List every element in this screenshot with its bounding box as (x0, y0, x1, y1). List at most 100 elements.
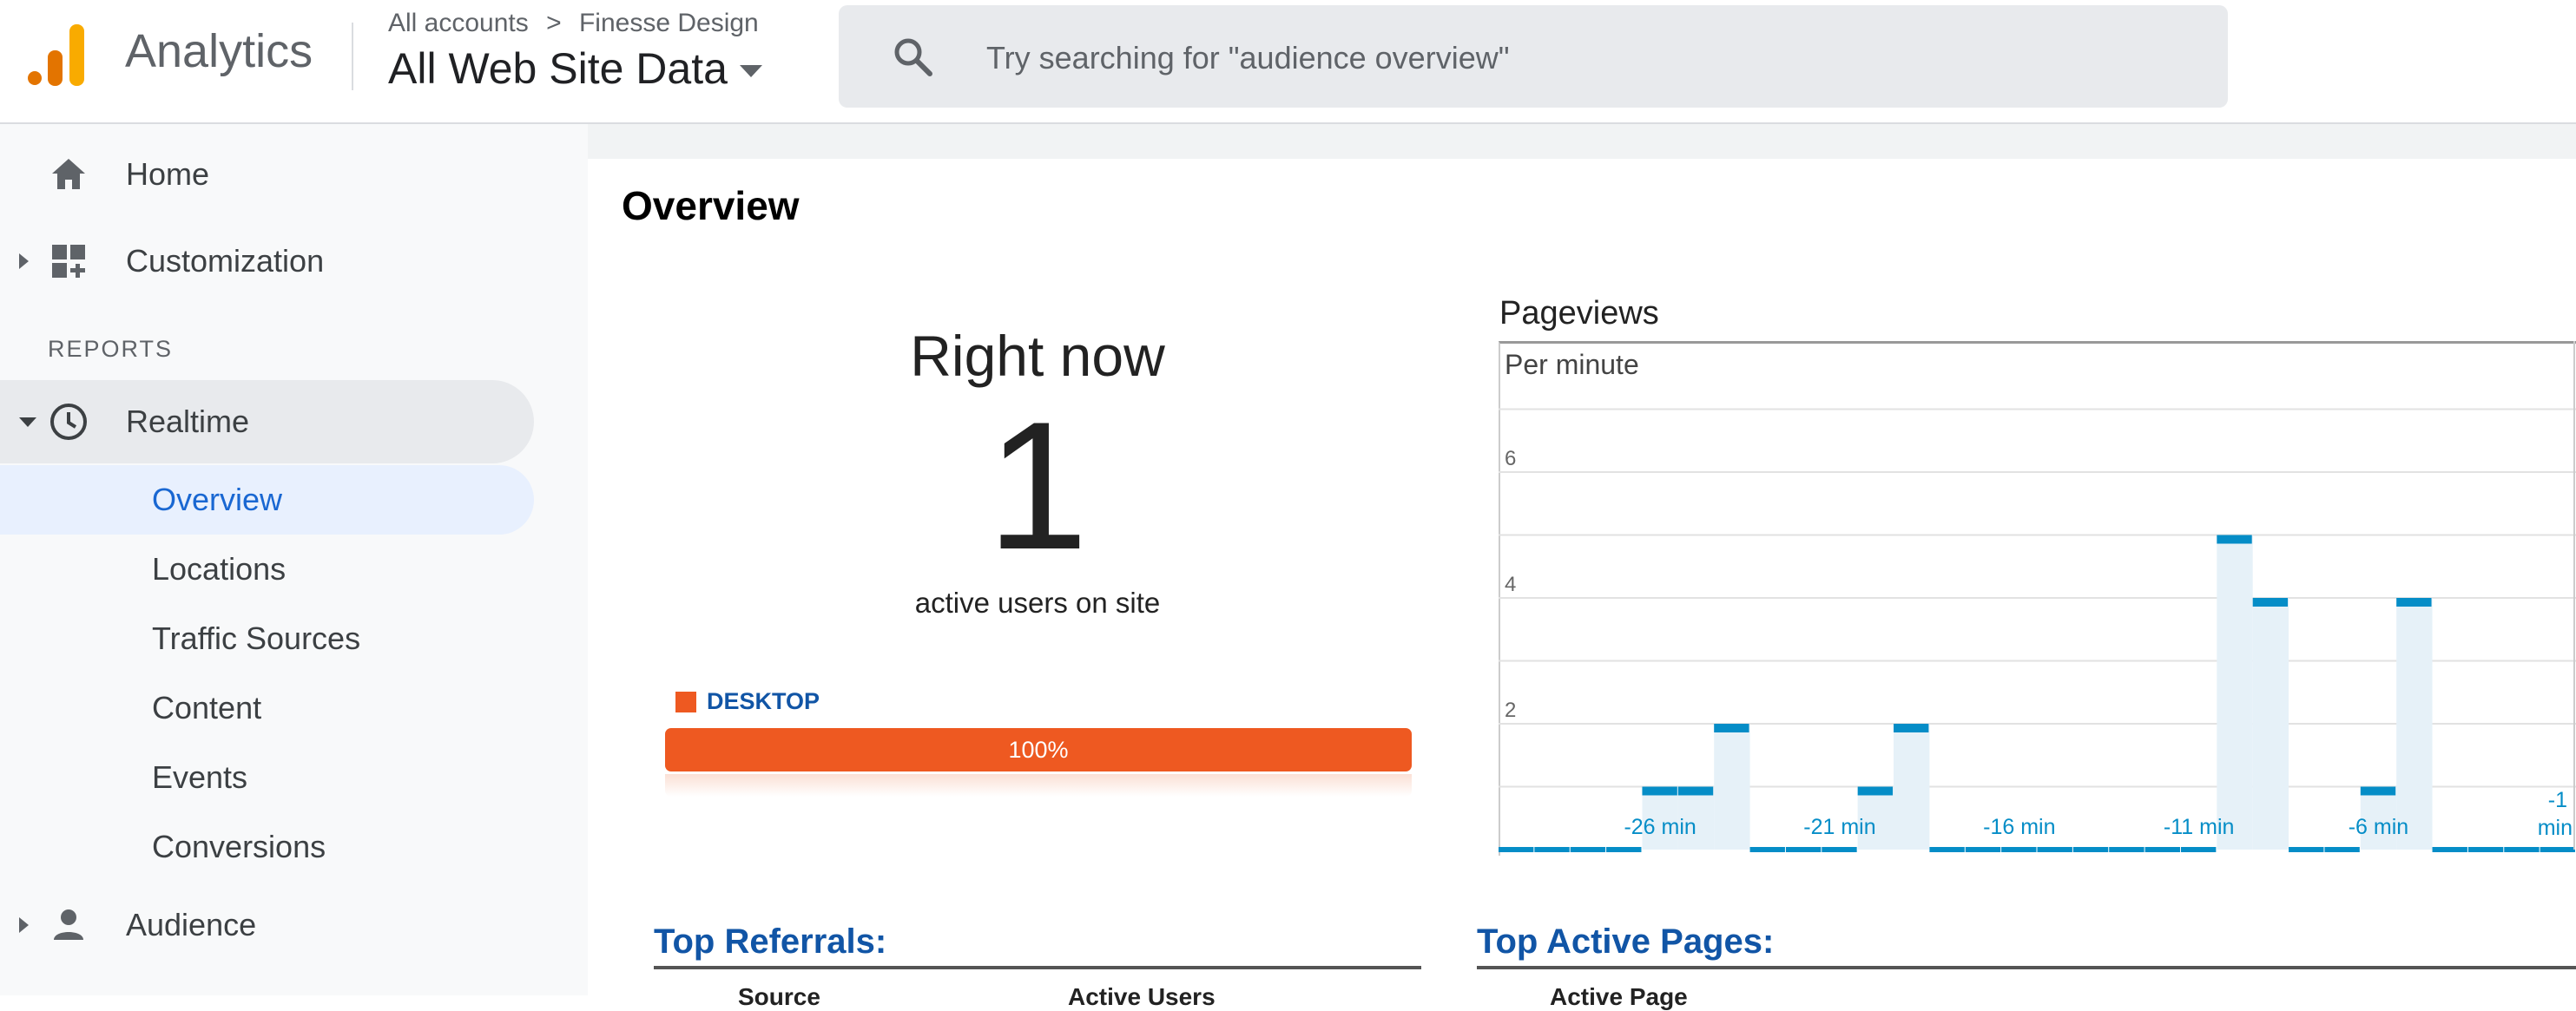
clock-icon (50, 404, 87, 440)
y-tick-label: 2 (1505, 699, 1516, 722)
device-share-bar[interactable]: 100% (665, 728, 1412, 771)
sidebar-item-home[interactable]: Home (0, 133, 534, 216)
chart-bar (2252, 598, 2289, 850)
chart-bar-zero (2180, 847, 2217, 852)
chart-bar-cap (1894, 724, 1929, 732)
person-icon (54, 909, 83, 940)
x-tick-label: -6 min (2349, 815, 2408, 839)
device-legend: DESKTOP (675, 688, 820, 715)
top-referrals-rule (654, 966, 1421, 969)
content-top-strip (588, 124, 2576, 159)
chart-bar (1714, 724, 1750, 850)
chart-bar (2396, 598, 2433, 850)
right-now-title: Right now (910, 324, 1165, 388)
chart-bar-zero (2540, 847, 2575, 852)
home-icon (52, 159, 85, 189)
chart-bar-cap (1857, 786, 1894, 796)
referrals-col-source[interactable]: Source (738, 983, 820, 1011)
page-title: Overview (622, 183, 800, 228)
pageviews-subtitle: Per minute (1505, 349, 1639, 380)
app-name: Analytics (125, 25, 313, 77)
sidebar-subitem-label: Locations (152, 551, 287, 587)
sidebar-item-label: Customization (126, 243, 325, 279)
chart-bar-zero (2109, 847, 2144, 852)
view-name: All Web Site Data (388, 44, 728, 93)
chart-bar-zero (2504, 847, 2540, 852)
x-tick-label: min (2538, 816, 2573, 840)
sidebar-item-locations[interactable]: Locations (0, 535, 534, 604)
chart-bar-zero (1929, 847, 1965, 852)
device-share-percent: 100% (1008, 736, 1069, 763)
sidebar-subitem-label: Content (152, 690, 262, 725)
chart-bar-zero (1749, 847, 1785, 852)
sidebar-item-audience[interactable]: Audience (0, 883, 534, 967)
chart-bar-cap (2217, 535, 2252, 544)
sidebar-item-label: Home (126, 156, 210, 192)
chart-bar (2217, 535, 2253, 850)
caret-down-icon (739, 65, 762, 77)
pageviews-title: Pageviews (1499, 295, 1659, 332)
search-icon (894, 38, 932, 76)
y-tick-label: 4 (1505, 573, 1516, 596)
expand-arrow-icon (19, 253, 29, 269)
x-tick-label: -26 min (1624, 815, 1696, 839)
chart-bar-zero (2324, 847, 2360, 852)
collapse-arrow-icon (19, 417, 36, 427)
chart-bar-zero (1822, 847, 1857, 852)
top-active-pages-title: Top Active Pages: (1477, 922, 1775, 961)
sidebar-item-label: Realtime (126, 404, 250, 439)
analytics-logo-icon[interactable] (27, 24, 88, 87)
device-bar-reflection (665, 774, 1412, 797)
chart-bar-zero (2001, 847, 2037, 852)
view-selector[interactable]: All Web Site Data (388, 43, 762, 94)
active-pages-col-page[interactable]: Active Page (1550, 983, 1688, 1011)
top-bar: Analytics All accounts > Finesse Design … (0, 0, 2576, 124)
sidebar-subitem-label: Events (152, 759, 248, 795)
reports-heading: REPORTS (48, 336, 174, 362)
chart-bar-zero (1570, 847, 1606, 852)
chart-bar-cap (1714, 724, 1749, 732)
chart-bar-cap (2360, 786, 2396, 796)
desktop-swatch (675, 691, 696, 712)
top-referrals-title: Top Referrals: (654, 922, 887, 961)
sidebar-item-content[interactable]: Content (0, 673, 534, 743)
top-active-pages-rule (1477, 966, 2576, 969)
x-tick-label: -11 min (2164, 815, 2235, 839)
x-tick-label: -21 min (1803, 815, 1875, 839)
pageviews-chart: 2 4 6 -26 min -21 min -16 min -11 min -6 min -1 m… (1499, 341, 2576, 852)
sidebar-item-conversions[interactable]: Conversions (0, 812, 534, 882)
expand-arrow-icon (19, 917, 29, 933)
chart-bar-zero (2144, 847, 2180, 852)
sidebar-item-overview[interactable]: Overview (0, 465, 534, 535)
breadcrumb-account[interactable]: All accounts (388, 9, 529, 37)
chart-bar-zero (1965, 847, 2001, 852)
dashboard-add-icon (52, 245, 85, 278)
chart-bar-zero (2432, 847, 2467, 852)
y-tick-label: 6 (1505, 447, 1516, 470)
sidebar-item-customization[interactable]: Customization (0, 220, 534, 303)
header-divider (352, 23, 353, 90)
chart-bar-zero (1534, 847, 1570, 852)
chart-bar-cap (2396, 598, 2432, 607)
chart-bar-zero (1499, 847, 1534, 852)
sidebar-subitem-label: Traffic Sources (152, 620, 361, 656)
chart-bar-zero (2289, 847, 2324, 852)
sidebar: Home Customization REPORTS Realtime Over… (0, 124, 588, 995)
chart-bar-zero (1606, 847, 1642, 852)
breadcrumb-property[interactable]: Finesse Design (579, 9, 759, 37)
breadcrumb[interactable]: All accounts > Finesse Design (388, 9, 759, 38)
search-input[interactable]: Try searching for "audience overview" (986, 40, 1510, 76)
x-tick-label: -1 (2548, 788, 2567, 812)
referrals-col-active-users[interactable]: Active Users (1068, 983, 1216, 1011)
chart-bar-cap (2252, 598, 2289, 607)
chart-bar-zero (2467, 847, 2504, 852)
chart-bar-zero (2037, 847, 2072, 852)
chart-bar-zero (2072, 847, 2109, 852)
active-users-count: 1 (986, 384, 1089, 588)
x-tick-label: -16 min (1983, 815, 2055, 839)
search-bar[interactable]: Try searching for "audience overview" (839, 5, 2228, 108)
sidebar-item-realtime[interactable]: Realtime (0, 380, 534, 463)
sidebar-item-events[interactable]: Events (0, 743, 534, 812)
sidebar-item-traffic-sources[interactable]: Traffic Sources (0, 604, 534, 673)
sidebar-subitem-label: Conversions (152, 829, 326, 864)
